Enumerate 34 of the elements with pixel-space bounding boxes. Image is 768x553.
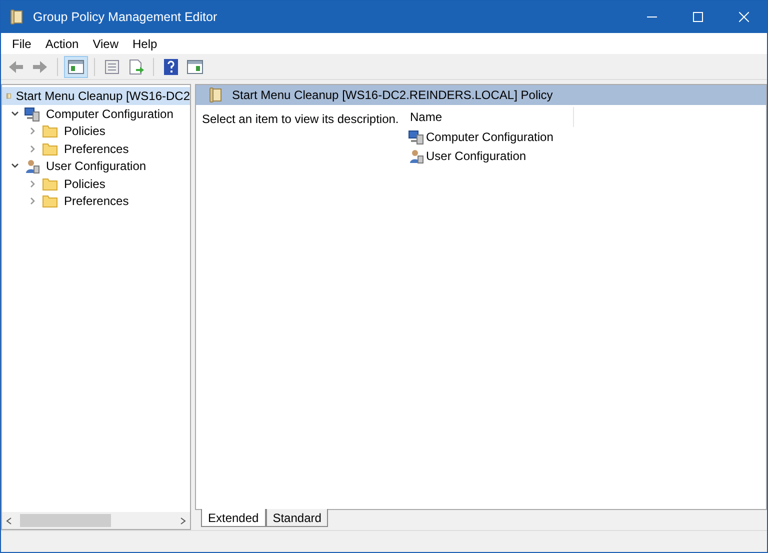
user-icon: [408, 148, 424, 164]
tree-item[interactable]: Preferences: [62, 140, 131, 158]
horizontal-scrollbar[interactable]: [2, 512, 190, 529]
list-item[interactable]: User Configuration: [426, 146, 526, 164]
user-icon: [24, 158, 40, 174]
tree-item[interactable]: Policies: [62, 122, 108, 140]
close-icon: [739, 12, 749, 22]
list-item[interactable]: Computer Configuration: [426, 128, 554, 146]
console-tree-icon[interactable]: [64, 56, 88, 78]
computer-icon: [408, 128, 424, 144]
column-header[interactable]: Name: [402, 107, 574, 127]
folder-icon: [42, 142, 58, 156]
menu-item[interactable]: View: [86, 34, 126, 52]
window-title: Group Policy Management Editor: [33, 8, 218, 26]
computer-icon: [24, 106, 40, 122]
content-title: Start Menu Cleanup [WS16-DC2.REINDERS.LOCAL] Policy: [232, 87, 553, 104]
tree-item[interactable]: Preferences: [62, 192, 131, 210]
view-tab[interactable]: Extended: [201, 509, 266, 527]
menu-item[interactable]: Action: [38, 34, 86, 52]
description-text: Select an item to view its description.: [202, 112, 399, 126]
menu-item[interactable]: File: [5, 34, 38, 52]
maximize-icon: [693, 12, 703, 22]
view-tab[interactable]: Standard: [266, 509, 328, 527]
menu-item[interactable]: Help: [126, 34, 164, 52]
tree-item[interactable]: Policies: [62, 174, 108, 193]
tree-item[interactable]: User Configuration: [44, 157, 148, 176]
folder-icon: [42, 194, 58, 208]
tree-item[interactable]: Computer Configuration: [44, 104, 176, 123]
scroll-icon: [208, 87, 224, 103]
scroll-icon: [9, 9, 25, 25]
scroll-left-icon[interactable]: [6, 516, 12, 524]
folder-icon: [42, 124, 58, 138]
scroll-right-icon[interactable]: [180, 516, 186, 524]
folder-icon: [42, 176, 58, 191]
